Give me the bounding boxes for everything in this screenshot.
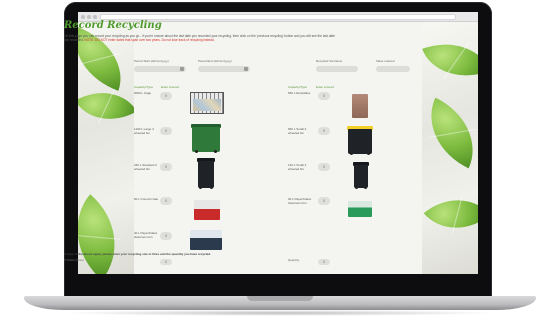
- standard-wheeled-bin-image: [197, 158, 215, 189]
- right-item-amount-input[interactable]: 0: [318, 127, 330, 135]
- intro-warning: NOTE: DO NOT enter dates that span over …: [84, 38, 215, 43]
- leaf-image: [423, 181, 478, 247]
- left-item-amount-input[interactable]: 0: [160, 197, 172, 205]
- quantity-label: Quantity: [288, 258, 300, 262]
- period-start-label: Period Start (dd/mm/yyyy): [134, 59, 169, 63]
- right-item-amount-input[interactable]: 0: [318, 197, 330, 205]
- small-4-wheeled-bin-image: [347, 126, 373, 155]
- calendar-icon[interactable]: [180, 67, 184, 71]
- right-item-amount-input[interactable]: 0: [318, 92, 330, 100]
- right-item-label: 30 L Paper/Glass classroom bin: [288, 197, 312, 205]
- window-zoom-dot[interactable]: [93, 15, 97, 19]
- leaf-image: [422, 97, 478, 169]
- left-item-label: 240 L Standard 2 wheeled bin: [134, 163, 157, 171]
- recycler-label: Recycled Via Name: [316, 59, 343, 63]
- small-2-wheeled-bin-image: [353, 162, 369, 189]
- recycler-input[interactable]: [316, 66, 358, 72]
- reseller-label: Value entered: [376, 59, 395, 63]
- laptop-notch: [247, 296, 313, 301]
- right-item-amount-input[interactable]: 0: [318, 163, 330, 171]
- window-close-dot[interactable]: [81, 15, 85, 19]
- classroom-crate-image: [348, 201, 372, 217]
- large-wheeled-bin-image: [191, 124, 221, 153]
- page-title: Record Recycling: [64, 20, 162, 31]
- period-end-label: Period End (dd/mm/yyyy): [198, 59, 232, 63]
- left-decoration: [78, 22, 134, 274]
- intro-text: On this page you can record your recycli…: [64, 34, 340, 42]
- laptop-shadow: [60, 310, 500, 316]
- council-crate-image: [194, 200, 220, 220]
- left-item-label: 3000 L Cage: [134, 91, 152, 95]
- other-size-note: If none of the above apply, please enter…: [64, 252, 211, 256]
- window-minimize-dot[interactable]: [87, 15, 91, 19]
- left-item-amount-input[interactable]: 0: [160, 232, 172, 240]
- leaf-image: [422, 29, 478, 91]
- right-item-label: 120 L Small 2 wheeled bin: [288, 163, 307, 171]
- left-item-label: 60 L Council crate: [134, 197, 159, 201]
- quantity-input[interactable]: 0: [318, 259, 330, 265]
- left-item-label: 1100 L Large 4 wheeled bin: [134, 127, 154, 135]
- left-item-amount-input[interactable]: 0: [160, 163, 172, 171]
- left-item-amount-input[interactable]: 0: [160, 92, 172, 100]
- leaf-image: [78, 194, 134, 274]
- left-item-label: 40 L Paper/Glass classroom bin: [134, 231, 158, 239]
- right-decoration: [422, 22, 478, 274]
- left-item-amount-input[interactable]: 0: [160, 127, 172, 135]
- calendar-icon[interactable]: [244, 67, 248, 71]
- laptop-mockup: Record Recycling On this page you can re…: [0, 0, 560, 329]
- right-type-header: Capacity/Type: [288, 85, 308, 89]
- classroom-bin-image: [190, 230, 222, 250]
- reseller-input[interactable]: [376, 66, 410, 72]
- cage-image: [190, 92, 224, 114]
- period-start-input[interactable]: [134, 66, 186, 72]
- period-end-input[interactable]: [198, 66, 250, 72]
- right-item-label: 660 L Recitables: [288, 91, 311, 95]
- other-litres-input[interactable]: 0: [160, 259, 172, 265]
- right-amount-header: Enter Amount: [316, 85, 335, 89]
- left-type-header: Capacity/Type: [134, 85, 154, 89]
- other-label: OTHER (litres): [64, 258, 84, 262]
- recitables-sack-image: [352, 94, 368, 118]
- right-item-label: 660 L Small 4 wheeled bin: [288, 127, 307, 135]
- left-amount-header: Enter Amount: [161, 85, 180, 89]
